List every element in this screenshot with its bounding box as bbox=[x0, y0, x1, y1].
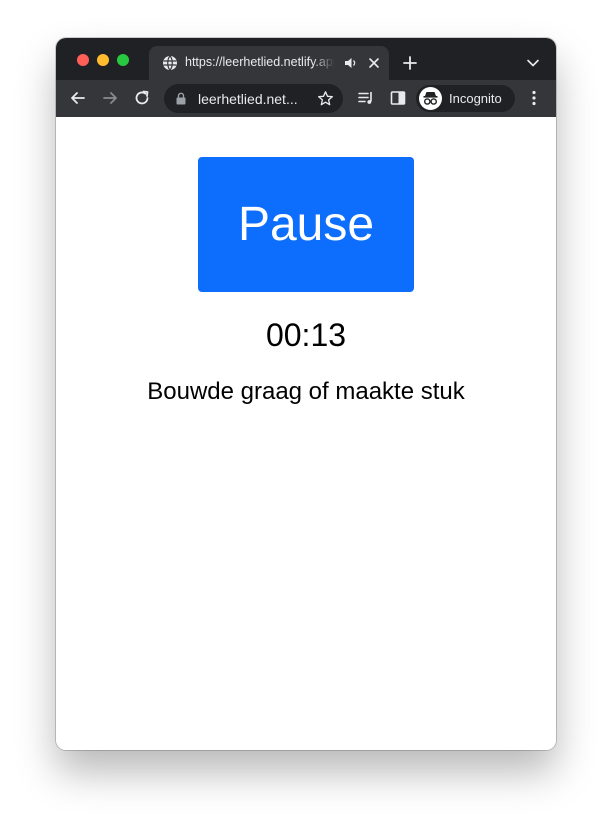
arrow-left-icon[interactable] bbox=[69, 89, 87, 107]
tab-active[interactable]: https://leerhetlied.netlify.app/ bbox=[149, 46, 389, 80]
timer-display: 00:13 bbox=[265, 317, 347, 353]
tab-strip: https://leerhetlied.netlify.app/ bbox=[56, 38, 556, 80]
browser-window: https://leerhetlied.netlify.app/ leerhet… bbox=[56, 38, 556, 750]
chevron-down-icon[interactable] bbox=[526, 56, 540, 70]
star-icon[interactable] bbox=[317, 90, 334, 107]
profile-button[interactable]: Incognito bbox=[416, 85, 515, 112]
lock-icon[interactable] bbox=[175, 92, 187, 105]
globe-icon bbox=[163, 55, 177, 71]
profile-label: Incognito bbox=[449, 91, 502, 106]
arrow-right-icon[interactable] bbox=[101, 89, 119, 107]
side-panel-icon[interactable] bbox=[389, 89, 407, 107]
playlist-icon[interactable] bbox=[357, 89, 375, 107]
close-icon[interactable] bbox=[367, 56, 381, 70]
lyric-line: Bouwde graag of maakte stuk bbox=[147, 378, 465, 405]
url-text[interactable]: leerhetlied.net... bbox=[198, 91, 298, 107]
kebab-menu-icon[interactable] bbox=[527, 89, 541, 107]
page-content: Pause 00:13 Bouwde graag of maakte stuk bbox=[56, 117, 556, 750]
reload-icon[interactable] bbox=[133, 89, 151, 107]
browser-toolbar: leerhetlied.net... Incognito bbox=[56, 80, 556, 117]
speaker-icon[interactable] bbox=[344, 56, 358, 70]
maximize-window-button[interactable] bbox=[117, 54, 129, 66]
plus-icon[interactable] bbox=[402, 55, 418, 71]
close-window-button[interactable] bbox=[77, 54, 89, 66]
minimize-window-button[interactable] bbox=[97, 54, 109, 66]
address-bar[interactable]: leerhetlied.net... bbox=[164, 84, 343, 113]
pause-button[interactable]: Pause bbox=[198, 157, 414, 292]
tab-title: https://leerhetlied.netlify.app/ bbox=[185, 55, 335, 69]
incognito-icon bbox=[419, 87, 442, 110]
